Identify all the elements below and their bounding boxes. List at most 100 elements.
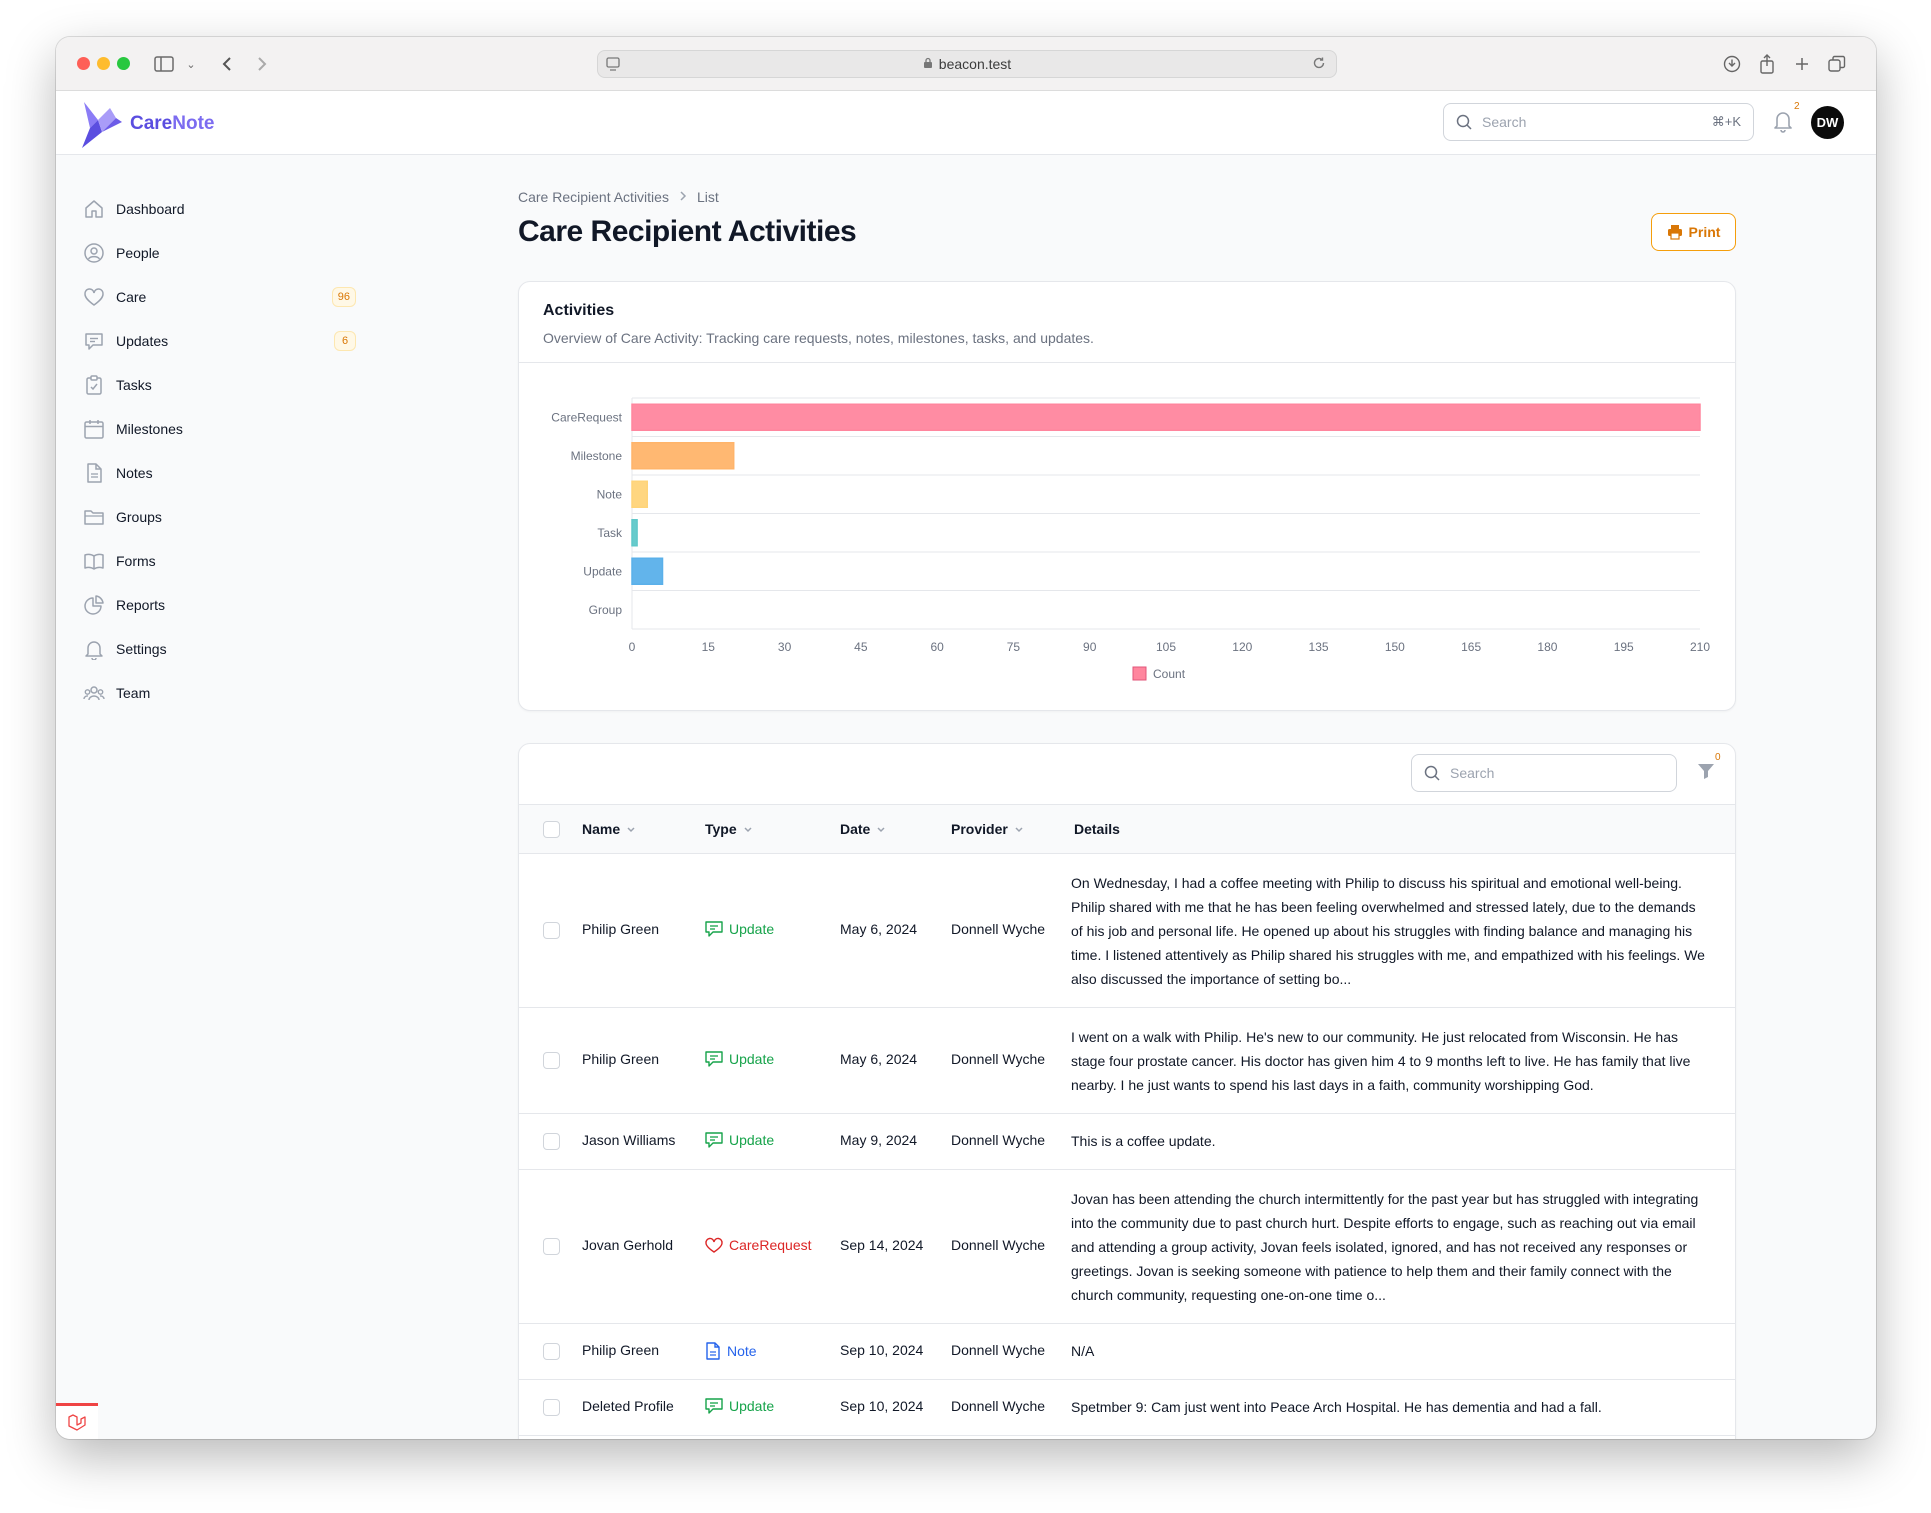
sidebar-item-milestones[interactable]: Milestones <box>80 407 380 451</box>
filter-button[interactable] <box>1697 762 1719 784</box>
sidebar-item-care[interactable]: Care 96 <box>80 275 380 319</box>
row-name: Jovan Gerhold <box>582 1237 674 1253</box>
sidebar-item-tasks[interactable]: Tasks <box>80 363 380 407</box>
bell-icon <box>82 637 106 661</box>
chart-category-label: Group <box>589 603 623 617</box>
chart-category-label: Update <box>583 564 622 578</box>
sidebar-toggle-icon[interactable] <box>152 51 176 77</box>
maximize-window-button[interactable] <box>117 57 130 70</box>
table-search-placeholder: Search <box>1450 765 1495 781</box>
row-details: I went on a walk with Philip. He's new t… <box>1071 1029 1691 1093</box>
row-date: May 6, 2024 <box>840 1051 918 1067</box>
sidebar-item-reports[interactable]: Reports <box>80 583 380 627</box>
chat-icon <box>705 1398 723 1414</box>
page-settings-icon[interactable] <box>606 56 620 75</box>
row-checkbox[interactable] <box>543 1133 560 1150</box>
chat-icon <box>82 329 106 353</box>
sidebar-item-notes[interactable]: Notes <box>80 451 380 495</box>
row-type: Update <box>705 921 774 937</box>
user-avatar[interactable]: DW <box>1811 106 1844 139</box>
sidebar-item-updates[interactable]: Updates 6 <box>80 319 380 363</box>
table-row[interactable]: Jovan Gerhold CareRequest Sep 14, 2024 D… <box>519 1170 1735 1324</box>
search-icon <box>1424 765 1440 781</box>
column-header-name[interactable]: Name <box>582 821 636 837</box>
chart-legend-swatch <box>1132 666 1147 681</box>
global-search-input[interactable]: Search ⌘+K <box>1443 103 1754 141</box>
table-row[interactable]: Philip Green Update May 6, 2024 Donnell … <box>519 1008 1735 1114</box>
sidebar-item-groups[interactable]: Groups <box>80 495 380 539</box>
new-tab-icon[interactable] <box>1791 51 1813 77</box>
back-icon[interactable] <box>216 51 238 77</box>
forward-icon[interactable] <box>251 51 273 77</box>
row-date: Sep 14, 2024 <box>840 1237 924 1253</box>
row-checkbox[interactable] <box>543 1052 560 1069</box>
tab-overview-icon[interactable] <box>1826 51 1848 77</box>
notifications-button[interactable] <box>1772 109 1798 135</box>
sidebar-item-label: Tasks <box>116 377 152 393</box>
sidebar-item-label: Updates <box>116 333 169 349</box>
updates-count-badge: 6 <box>334 331 356 351</box>
sidebar-item-settings[interactable]: Settings <box>80 627 380 671</box>
row-provider: Donnell Wyche <box>951 1398 1046 1414</box>
sidebar-item-forms[interactable]: Forms <box>80 539 380 583</box>
column-header-type[interactable]: Type <box>705 821 753 837</box>
row-checkbox[interactable] <box>543 922 560 939</box>
sidebar-item-label: Team <box>116 685 151 701</box>
row-checkbox[interactable] <box>543 1399 560 1416</box>
sidebar-item-people[interactable]: People <box>80 231 380 275</box>
breadcrumb: Care Recipient Activities List <box>518 189 719 205</box>
sidebar-item-label: People <box>116 245 160 261</box>
minimize-window-button[interactable] <box>97 57 110 70</box>
document-icon <box>82 461 106 485</box>
close-window-button[interactable] <box>77 57 90 70</box>
search-icon <box>1456 114 1472 130</box>
chevron-down-icon[interactable]: ⌄ <box>184 51 198 77</box>
chart-bar <box>631 403 1701 431</box>
book-open-icon <box>82 549 106 573</box>
table-row[interactable]: Jason Williams Update May 9, 2024 Donnel… <box>519 1114 1735 1170</box>
table-row[interactable]: Philip Green Note Sep 10, 2024 Donnell W… <box>519 1324 1735 1380</box>
row-details: This is a coffee update. <box>1071 1133 1216 1149</box>
debugbar-toggle[interactable] <box>56 1403 98 1439</box>
heart-icon <box>705 1237 723 1253</box>
row-checkbox[interactable] <box>543 1343 560 1360</box>
row-date: May 6, 2024 <box>840 921 918 937</box>
row-type: Note <box>705 1342 757 1360</box>
sidebar-item-dashboard[interactable]: Dashboard <box>80 187 380 231</box>
activities-table-card: Search 0 Name Type Date Provider Details… <box>518 743 1736 1439</box>
row-name: Philip Green <box>582 1342 660 1358</box>
calendar-icon <box>82 417 106 441</box>
row-name: Jason Williams <box>582 1132 676 1148</box>
row-provider: Donnell Wyche <box>951 1051 1046 1067</box>
page-title: Care Recipient Activities <box>518 215 857 248</box>
column-header-provider[interactable]: Provider <box>951 821 1024 837</box>
chart-tick-label: 135 <box>1309 640 1329 654</box>
chat-icon <box>705 1051 723 1067</box>
row-date: Sep 10, 2024 <box>840 1398 924 1414</box>
chart-tick-label: 15 <box>702 640 716 654</box>
search-shortcut: ⌘+K <box>1711 114 1741 129</box>
sidebar: Dashboard People Care 96 Updates 6 Tasks… <box>80 187 380 715</box>
row-name: Deleted Profile <box>582 1398 674 1414</box>
select-all-checkbox[interactable] <box>543 821 560 838</box>
logo[interactable]: CareNote <box>80 98 214 150</box>
sidebar-item-team[interactable]: Team <box>80 671 380 715</box>
table-search-input[interactable]: Search <box>1411 754 1677 792</box>
share-icon[interactable] <box>1756 51 1778 77</box>
download-icon[interactable] <box>1721 51 1743 77</box>
chart-tick-label: 0 <box>629 640 636 654</box>
row-details: N/A <box>1071 1343 1095 1359</box>
print-button[interactable]: Print <box>1651 213 1736 251</box>
column-header-date[interactable]: Date <box>840 821 886 837</box>
chart-tick-label: 120 <box>1232 640 1252 654</box>
breadcrumb-link[interactable]: Care Recipient Activities <box>518 189 669 205</box>
row-checkbox[interactable] <box>543 1238 560 1255</box>
activities-card-title: Activities <box>543 302 615 319</box>
heart-icon <box>82 285 106 309</box>
activities-bar-chart: CareRequest Milestone Note Task Update Group 0… <box>551 397 1710 681</box>
address-bar[interactable]: beacon.test <box>597 50 1337 78</box>
reload-icon[interactable] <box>1312 56 1326 73</box>
logo-text: CareNote <box>130 113 215 134</box>
table-row[interactable]: Philip Green Update May 6, 2024 Donnell … <box>519 854 1735 1008</box>
table-row[interactable]: Deleted Profile Update Sep 10, 2024 Donn… <box>519 1380 1735 1436</box>
